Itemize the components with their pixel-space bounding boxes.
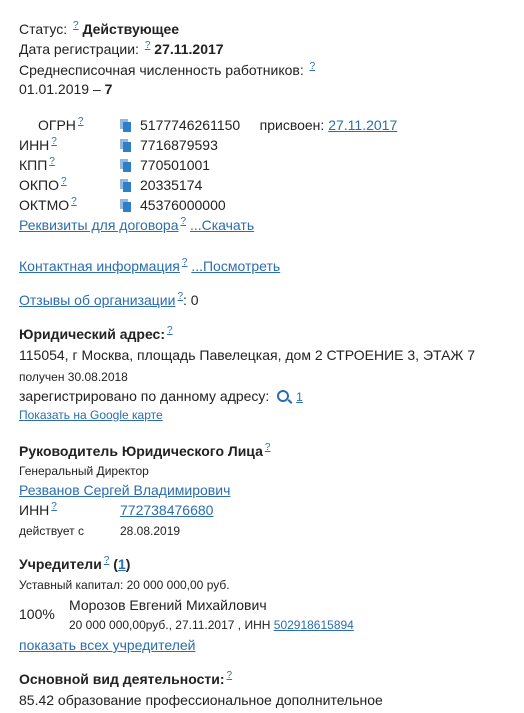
head-help-link[interactable]: ? [265,442,271,453]
inn-value: 7716879593 [140,137,218,153]
founder-name: Морозов Евгений Михайлович [69,597,267,613]
founders-help-link[interactable]: ? [104,555,110,566]
address-received: получен 30.08.2018 [19,370,128,384]
founders-title-text: Учредители [19,556,102,572]
contacts-line: Контактная информация? ...Посмотреть [19,257,280,275]
head-name-line: Резванов Сергей Владимирович [19,481,230,499]
activity-value: 85.42 образование профессиональное допол… [19,692,383,708]
copy-icon[interactable] [120,139,131,152]
head-since-label: действует с [19,524,84,538]
status-line: Статус: ? Действующее [19,20,179,38]
reg-date-label: Дата регистрации: [19,41,139,57]
contacts-link[interactable]: Контактная информация [19,258,180,274]
reviews-link[interactable]: Отзывы об организации [19,292,175,308]
ogrn-label: ОГРН [38,117,76,133]
head-title-text: Руководитель Юридического Лица [19,443,263,459]
founders-count-link[interactable]: 1 [118,556,126,572]
address-value: 115054, г Москва, площадь Павелецкая, до… [19,347,476,363]
search-icon[interactable] [277,390,290,402]
founders-show-all-line: показать всех учредителей [19,636,195,654]
reviews-count: : 0 [183,292,199,308]
reg-date-value: 27.11.2017 [154,41,224,57]
address-registered-line: зарегистрировано по данному адресу: 1 [19,387,303,406]
reg-date-help-link[interactable]: ? [145,40,151,51]
address-registered-count-link[interactable]: 1 [296,390,303,404]
inn-help-link[interactable]: ? [51,136,57,147]
founders-title: Учредители? (1) [19,555,130,573]
kpp-help-link[interactable]: ? [49,156,55,167]
head-position: Генеральный Директор [19,464,149,478]
activity-title: Основной вид деятельности:? [19,670,232,688]
inn-row: ИНН? 7716879593 [19,136,218,154]
ogrn-value: 5177746261150 [140,117,241,133]
status-value: Действующее [82,21,180,37]
headcount-value-line: 01.01.2019 – 7 [19,80,112,98]
headcount-help-link[interactable]: ? [310,61,316,72]
ogrn-assigned-label: присвоен: [259,117,325,133]
founder-share: 100% [19,606,55,622]
founders-show-all-link[interactable]: показать всех учредителей [19,637,195,653]
okpo-row: ОКПО? 20335174 [19,176,202,194]
oktmo-help-link[interactable]: ? [71,196,77,207]
founder-details-line: 20 000 000,00руб., 27.11.2017 , ИНН 5029… [69,616,354,634]
requisites-link[interactable]: Реквизиты для договора [19,217,178,233]
headcount-dash: – [92,81,101,97]
headcount-label: Среднесписочная численность работников: [19,62,304,78]
google-map-link[interactable]: Показать на Google карте [19,408,163,422]
inn-label: ИНН [19,137,50,153]
founders-count-close: ) [125,556,131,572]
reg-date-line: Дата регистрации: ? 27.11.2017 [19,40,224,58]
head-name-link[interactable]: Резванов Сергей Владимирович [19,482,230,498]
copy-icon[interactable] [120,179,131,192]
head-title: Руководитель Юридического Лица? [19,442,270,460]
address-title-text: Юридический адрес: [19,326,165,342]
oktmo-label: ОКТМО [19,197,70,213]
kpp-row: КПП? 770501001 [19,156,210,174]
contacts-view-link[interactable]: ...Посмотреть [191,258,280,274]
oktmo-row: ОКТМО? 45376000000 [19,196,226,214]
okpo-label: ОКПО [19,177,59,193]
headcount-value: 7 [104,81,113,97]
okpo-value: 20335174 [140,177,203,193]
requisites-line: Реквизиты для договора? ...Скачать [19,216,254,234]
head-inn-label: ИНН [19,502,50,518]
reviews-line: Отзывы об организации?: 0 [19,291,199,309]
status-help-link[interactable]: ? [73,20,79,31]
headcount-date: 01.01.2019 [19,81,90,97]
okpo-help-link[interactable]: ? [61,176,67,187]
founder-inn-link[interactable]: 502918615894 [274,618,354,632]
head-inn-row: ИНН? 772738476680 [19,501,213,519]
activity-help-link[interactable]: ? [227,670,233,681]
head-inn-link[interactable]: 772738476680 [120,501,213,519]
head-since-row: действует с 28.08.2019 [19,522,180,540]
address-registered-label: зарегистрировано по данному адресу: [19,388,270,404]
address-title: Юридический адрес:? [19,325,173,343]
copy-icon[interactable] [120,119,131,132]
requisites-help-link[interactable]: ? [180,216,186,227]
kpp-value: 770501001 [140,157,211,173]
copy-icon[interactable] [120,199,131,212]
founders-capital: Уставный капитал: 20 000 000,00 руб. [19,578,230,592]
head-since-value: 28.08.2019 [120,524,181,538]
requisites-download-link[interactable]: ...Скачать [190,217,254,233]
status-label: Статус: [19,21,68,37]
head-inn-help-link[interactable]: ? [51,501,57,512]
ogrn-help-link[interactable]: ? [78,116,84,127]
map-line: Показать на Google карте [19,406,163,424]
kpp-label: КПП [19,157,48,173]
oktmo-value: 45376000000 [140,197,226,213]
copy-icon[interactable] [120,159,131,172]
ogrn-assigned-date-link[interactable]: 27.11.2017 [328,117,397,133]
address-help-link[interactable]: ? [167,325,173,336]
founder-details: 20 000 000,00руб., 27.11.2017 , ИНН [69,618,271,632]
contacts-help-link[interactable]: ? [182,257,188,268]
headcount-line: Среднесписочная численность работников: … [19,61,315,79]
activity-title-text: Основной вид деятельности: [19,671,225,687]
